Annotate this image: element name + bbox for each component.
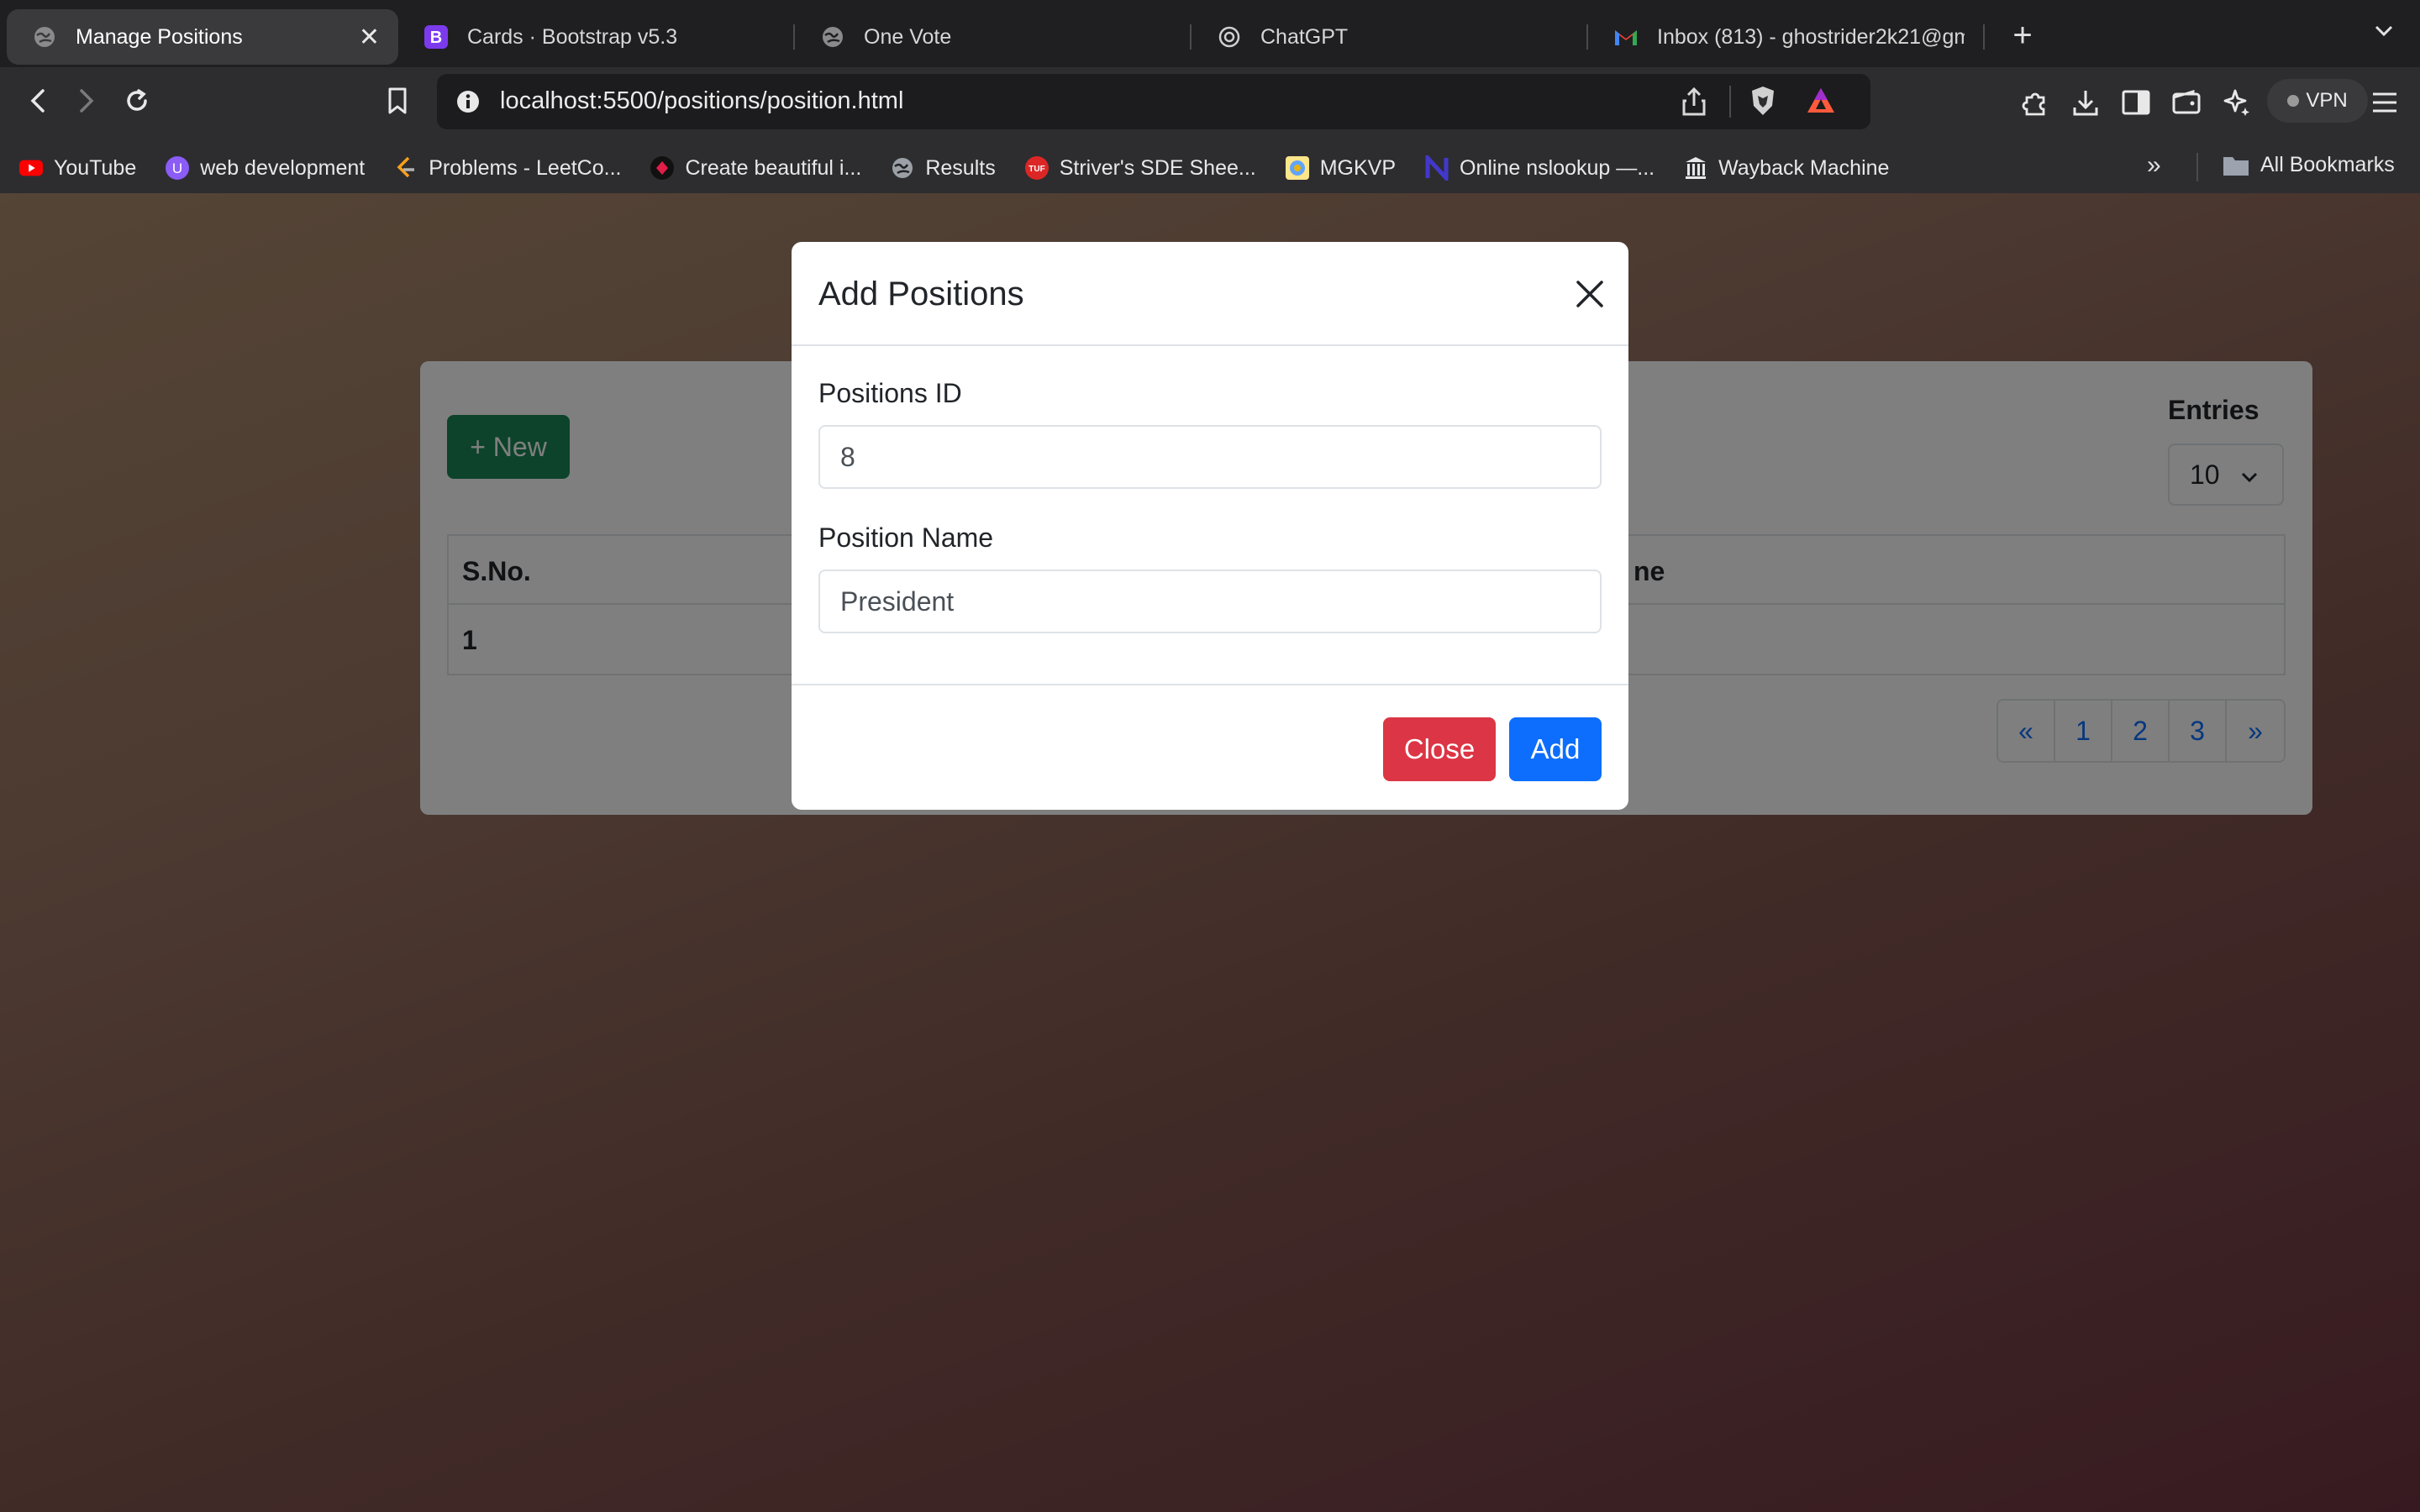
add-positions-modal: Add Positions Positions ID Position Name… bbox=[792, 242, 1628, 810]
svg-text:B: B bbox=[430, 29, 442, 47]
page-viewport: + New Entries 10 S.No. ne 1 « 1 2 3 » bbox=[0, 193, 2420, 1512]
bookmark-create-beautiful[interactable]: Create beautiful i... bbox=[650, 155, 861, 181]
svg-text:TUF: TUF bbox=[1028, 165, 1044, 174]
urlbar-divider bbox=[1729, 86, 1731, 118]
vpn-status-dot bbox=[2287, 95, 2300, 107]
all-bookmarks-button[interactable]: All Bookmarks bbox=[2222, 153, 2395, 177]
more-bookmarks-icon[interactable]: » bbox=[2147, 151, 2161, 180]
all-bookmarks-label: All Bookmarks bbox=[2260, 153, 2395, 176]
bookmark-label: Problems - LeetCo... bbox=[429, 155, 622, 180]
vpn-label: VPN bbox=[2306, 89, 2348, 112]
bookmark-youtube[interactable]: YouTube bbox=[18, 155, 136, 181]
bookmark-label: Wayback Machine bbox=[1718, 155, 1890, 180]
download-icon[interactable] bbox=[2067, 84, 2104, 121]
tab-list-chevron-icon[interactable] bbox=[2371, 18, 2396, 48]
bookmark-label: Striver's SDE Shee... bbox=[1059, 155, 1256, 180]
brave-shields-icon[interactable] bbox=[1748, 84, 1778, 122]
url-text: localhost:5500/positions/position.html bbox=[500, 87, 904, 114]
bookmark-wayback-machine[interactable]: Wayback Machine bbox=[1683, 155, 1889, 181]
forward-icon[interactable] bbox=[66, 84, 108, 118]
address-bar[interactable]: localhost:5500/positions/position.html bbox=[437, 74, 1870, 129]
bookmark-label: web development bbox=[200, 155, 366, 180]
add-button[interactable]: Add bbox=[1509, 717, 1602, 781]
vpn-button[interactable]: VPN bbox=[2267, 79, 2368, 123]
new-tab-icon[interactable]: + bbox=[2002, 17, 2044, 55]
tab-manage-positions[interactable]: Manage Positions ✕ bbox=[7, 9, 398, 65]
create-icon bbox=[650, 155, 675, 181]
chatgpt-icon bbox=[1217, 24, 1242, 50]
menu-icon[interactable] bbox=[2366, 84, 2403, 121]
site-info-icon[interactable] bbox=[454, 87, 482, 120]
bookmark-label: Online nslookup —... bbox=[1460, 155, 1655, 180]
tab-chatgpt[interactable]: ChatGPT bbox=[1192, 9, 1586, 65]
close-tab-icon[interactable]: ✕ bbox=[359, 23, 380, 52]
bookmark-results[interactable]: Results bbox=[890, 155, 996, 181]
position-name-label: Position Name bbox=[818, 522, 994, 553]
bootstrap-icon: B bbox=[424, 24, 449, 50]
bookmark-leetcode[interactable]: Problems - LeetCo... bbox=[393, 155, 621, 181]
folder-icon bbox=[2222, 154, 2250, 177]
extensions-icon[interactable] bbox=[2017, 84, 2054, 121]
tab-gmail-inbox[interactable]: Inbox (813) - ghostrider2k21@gm bbox=[1588, 9, 1983, 65]
mgkvp-icon bbox=[1285, 155, 1310, 181]
folder-u-icon: U bbox=[165, 155, 190, 181]
bookmarks-divider bbox=[2196, 153, 2198, 181]
bookmark-striver-sde[interactable]: TUF Striver's SDE Shee... bbox=[1024, 155, 1256, 181]
bookmark-label: Results bbox=[925, 155, 996, 180]
bookmark-mgkvp[interactable]: MGKVP bbox=[1285, 155, 1396, 181]
tab-title: Inbox (813) - ghostrider2k21@gm bbox=[1657, 24, 1965, 49]
reload-icon[interactable] bbox=[116, 84, 158, 118]
globe-icon bbox=[820, 24, 845, 50]
modal-title: Add Positions bbox=[818, 276, 1024, 312]
gmail-icon bbox=[1613, 24, 1639, 50]
brave-rewards-icon[interactable] bbox=[1805, 86, 1837, 120]
tab-bootstrap-cards[interactable]: B Cards · Bootstrap v5.3 bbox=[398, 9, 793, 65]
bookmark-icon[interactable] bbox=[376, 84, 418, 118]
back-icon[interactable] bbox=[17, 84, 59, 118]
modal-header: Add Positions bbox=[792, 242, 1628, 346]
bookmark-label: YouTube bbox=[54, 155, 137, 180]
bookmark-nslookup[interactable]: Online nslookup —... bbox=[1424, 155, 1655, 181]
svg-text:U: U bbox=[172, 160, 182, 176]
tab-title: ChatGPT bbox=[1260, 24, 1349, 49]
nslookup-icon bbox=[1424, 155, 1449, 181]
bookmark-label: MGKVP bbox=[1319, 155, 1397, 180]
modal-body: Positions ID Position Name bbox=[792, 346, 1628, 685]
close-icon[interactable] bbox=[1573, 277, 1607, 311]
tab-title: Cards · Bootstrap v5.3 bbox=[467, 24, 678, 49]
wallet-icon[interactable] bbox=[2168, 84, 2205, 121]
globe-icon bbox=[890, 155, 915, 181]
tab-one-vote[interactable]: One Vote bbox=[795, 9, 1190, 65]
youtube-icon bbox=[18, 155, 44, 181]
leo-ai-icon[interactable] bbox=[2218, 84, 2255, 121]
wayback-icon bbox=[1683, 155, 1708, 181]
bookmarks-bar: YouTube U web development Problems - Lee… bbox=[0, 144, 2420, 192]
leetcode-icon bbox=[393, 155, 418, 181]
sidebar-icon[interactable] bbox=[2118, 84, 2154, 121]
close-button[interactable]: Close bbox=[1383, 717, 1496, 781]
tuf-icon: TUF bbox=[1024, 155, 1050, 181]
tab-title: One Vote bbox=[864, 24, 952, 49]
position-name-input[interactable] bbox=[818, 570, 1602, 633]
tab-separator bbox=[1983, 24, 1985, 50]
bookmark-label: Create beautiful i... bbox=[685, 155, 862, 180]
positions-id-input[interactable] bbox=[818, 425, 1602, 489]
share-icon[interactable] bbox=[1681, 86, 1707, 122]
tab-title: Manage Positions bbox=[76, 24, 243, 49]
tab-bar: Manage Positions ✕ B Cards · Bootstrap v… bbox=[0, 0, 2420, 67]
positions-id-label: Positions ID bbox=[818, 378, 962, 408]
globe-icon bbox=[32, 24, 57, 50]
bookmark-web-development[interactable]: U web development bbox=[165, 155, 365, 181]
